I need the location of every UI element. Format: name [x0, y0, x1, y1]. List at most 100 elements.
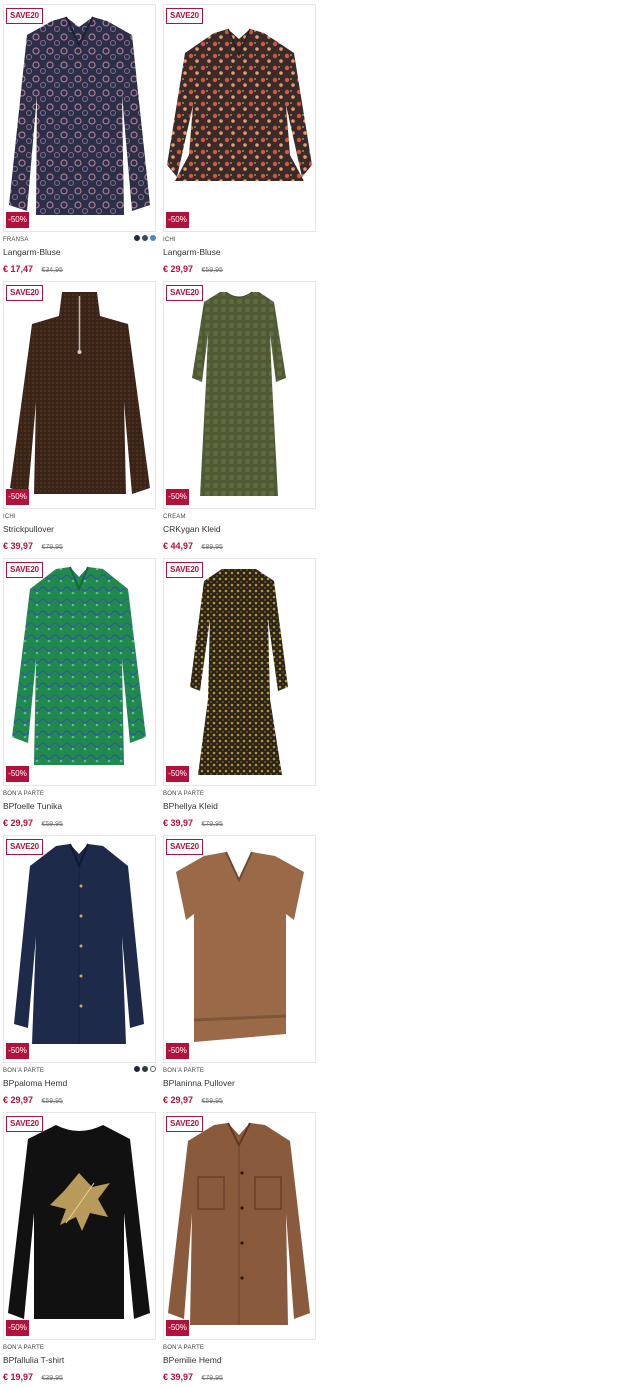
product-name[interactable]: BPfallulia T-shirt	[3, 1354, 156, 1366]
price-original: €79,95	[41, 544, 63, 551]
product-name[interactable]: BPfoelle Tunika	[3, 800, 156, 812]
product-image[interactable]: SAVE20 -50%	[163, 281, 316, 509]
color-swatches	[134, 1066, 156, 1072]
product-prices: € 39,97 €79,95	[3, 539, 156, 554]
price-current: € 19,97	[3, 1372, 34, 1382]
vest-icon	[176, 851, 304, 1042]
product-brand: BON'A PARTE	[163, 1068, 205, 1074]
shirt-jacket-icon	[168, 1122, 310, 1325]
product-brand: BON'A PARTE	[163, 791, 205, 797]
blouse-icon	[167, 28, 312, 181]
price-current: € 39,97	[163, 1372, 194, 1382]
product-brand: BON'A PARTE	[163, 1345, 205, 1351]
price-original: €79,95	[201, 821, 223, 828]
product-image[interactable]: SAVE20 -50%	[163, 835, 316, 1063]
price-original: €34,95	[41, 267, 63, 274]
product-prices: € 29,97 €59,95	[163, 262, 316, 277]
price-current: € 39,97	[163, 818, 194, 828]
save20-badge: SAVE20	[166, 8, 203, 24]
save20-badge: SAVE20	[6, 1116, 43, 1132]
product-prices: € 39,97 €79,95	[163, 1370, 316, 1385]
color-swatch[interactable]	[142, 1066, 148, 1072]
product-prices: € 17,47 €34,95	[3, 262, 156, 277]
product-name[interactable]: Strickpullover	[3, 523, 156, 535]
price-current: € 29,97	[163, 264, 194, 274]
save20-badge: SAVE20	[6, 8, 43, 24]
price-original: €59,95	[41, 821, 63, 828]
product-card[interactable]: SAVE20 -50% BON'A PARTE BPpaloma Hemd € …	[3, 835, 156, 1112]
product-card[interactable]: SAVE20 -50% CREAM CRKygan Kleid € 44,97 …	[163, 281, 316, 558]
color-swatch[interactable]	[134, 1066, 140, 1072]
product-card[interactable]: SAVE20 -50% ICHI Strickpullover € 39,97 …	[3, 281, 156, 558]
product-image[interactable]: SAVE20 -50%	[3, 1112, 156, 1340]
blouse-icon	[9, 16, 150, 215]
product-card[interactable]: SAVE20 -50% FRANSA Langarm-Bluse € 17,47…	[3, 4, 156, 281]
price-current: € 29,97	[3, 1095, 34, 1105]
discount-badge: -50%	[6, 489, 29, 505]
price-current: € 29,97	[163, 1095, 194, 1105]
save20-badge: SAVE20	[166, 839, 203, 855]
save20-badge: SAVE20	[6, 562, 43, 578]
product-card[interactable]: SAVE20 -50% BON'A PARTE BPfoelle Tunika …	[3, 558, 156, 835]
price-original: €79,95	[201, 1375, 223, 1382]
product-brand: BON'A PARTE	[3, 1345, 45, 1351]
shirt-icon	[12, 566, 146, 765]
price-current: € 29,97	[3, 818, 34, 828]
product-name[interactable]: BPemilie Hemd	[163, 1354, 316, 1366]
product-name[interactable]: BPpaloma Hemd	[3, 1077, 156, 1089]
product-prices: € 29,97 €59,95	[3, 816, 156, 831]
product-prices: € 39,97 €79,95	[163, 816, 316, 831]
discount-badge: -50%	[6, 766, 29, 782]
color-swatches	[134, 235, 156, 241]
product-card[interactable]: SAVE20 -50% ICHI Langarm-Bluse € 29,97 €…	[163, 4, 316, 281]
shirt-icon	[14, 843, 144, 1044]
product-image[interactable]: SAVE20 -50%	[3, 835, 156, 1063]
product-card[interactable]: SAVE20 -50% BON'A PARTE BPhellya Kleid €…	[163, 558, 316, 835]
product-image[interactable]: SAVE20 -50%	[3, 558, 156, 786]
dress-icon	[190, 569, 288, 775]
product-name[interactable]: CRKygan Kleid	[163, 523, 316, 535]
discount-badge: -50%	[166, 1320, 189, 1336]
pullover-icon	[10, 292, 150, 494]
save20-badge: SAVE20	[6, 285, 43, 301]
price-current: € 39,97	[3, 541, 34, 551]
color-swatch[interactable]	[150, 1066, 156, 1072]
product-card[interactable]: SAVE20 -50% BON'A PARTE BPlaninna Pullov…	[163, 835, 316, 1112]
price-original: €59,95	[201, 1098, 223, 1105]
product-name[interactable]: Langarm-Bluse	[163, 246, 316, 258]
tshirt-icon	[8, 1125, 150, 1319]
product-prices: € 29,97 €59,95	[3, 1093, 156, 1108]
color-swatch[interactable]	[142, 235, 148, 241]
product-name[interactable]: BPhellya Kleid	[163, 800, 316, 812]
dress-icon	[192, 291, 286, 496]
product-brand: ICHI	[3, 514, 16, 520]
product-image[interactable]: SAVE20 -50%	[3, 281, 156, 509]
product-name[interactable]: BPlaninna Pullover	[163, 1077, 316, 1089]
discount-badge: -50%	[166, 1043, 189, 1059]
discount-badge: -50%	[166, 212, 189, 228]
price-original: €59,95	[201, 267, 223, 274]
product-prices: € 19,97 €39,95	[3, 1370, 156, 1385]
product-image[interactable]: SAVE20 -50%	[163, 4, 316, 232]
price-original: €59,95	[41, 1098, 63, 1105]
product-image[interactable]: SAVE20 -50%	[163, 1112, 316, 1340]
price-current: € 44,97	[163, 541, 194, 551]
product-name[interactable]: Langarm-Bluse	[3, 246, 156, 258]
product-prices: € 29,97 €59,95	[163, 1093, 316, 1108]
price-current: € 17,47	[3, 264, 34, 274]
discount-badge: -50%	[6, 212, 29, 228]
product-image[interactable]: SAVE20 -50%	[3, 4, 156, 232]
save20-badge: SAVE20	[166, 285, 203, 301]
product-card[interactable]: SAVE20 -50% BON'A PARTE BPfallulia T-shi…	[3, 1112, 156, 1389]
product-prices: € 44,97 €89,95	[163, 539, 316, 554]
product-brand: BON'A PARTE	[3, 791, 45, 797]
color-swatch[interactable]	[134, 235, 140, 241]
product-grid: SAVE20 -50% FRANSA Langarm-Bluse € 17,47…	[3, 4, 316, 1389]
product-card[interactable]: SAVE20 -50% BON'A PARTE BPemilie Hemd € …	[163, 1112, 316, 1389]
save20-badge: SAVE20	[166, 562, 203, 578]
color-swatch[interactable]	[150, 235, 156, 241]
product-brand: ICHI	[163, 237, 176, 243]
product-brand: CREAM	[163, 514, 186, 520]
product-image[interactable]: SAVE20 -50%	[163, 558, 316, 786]
discount-badge: -50%	[6, 1320, 29, 1336]
